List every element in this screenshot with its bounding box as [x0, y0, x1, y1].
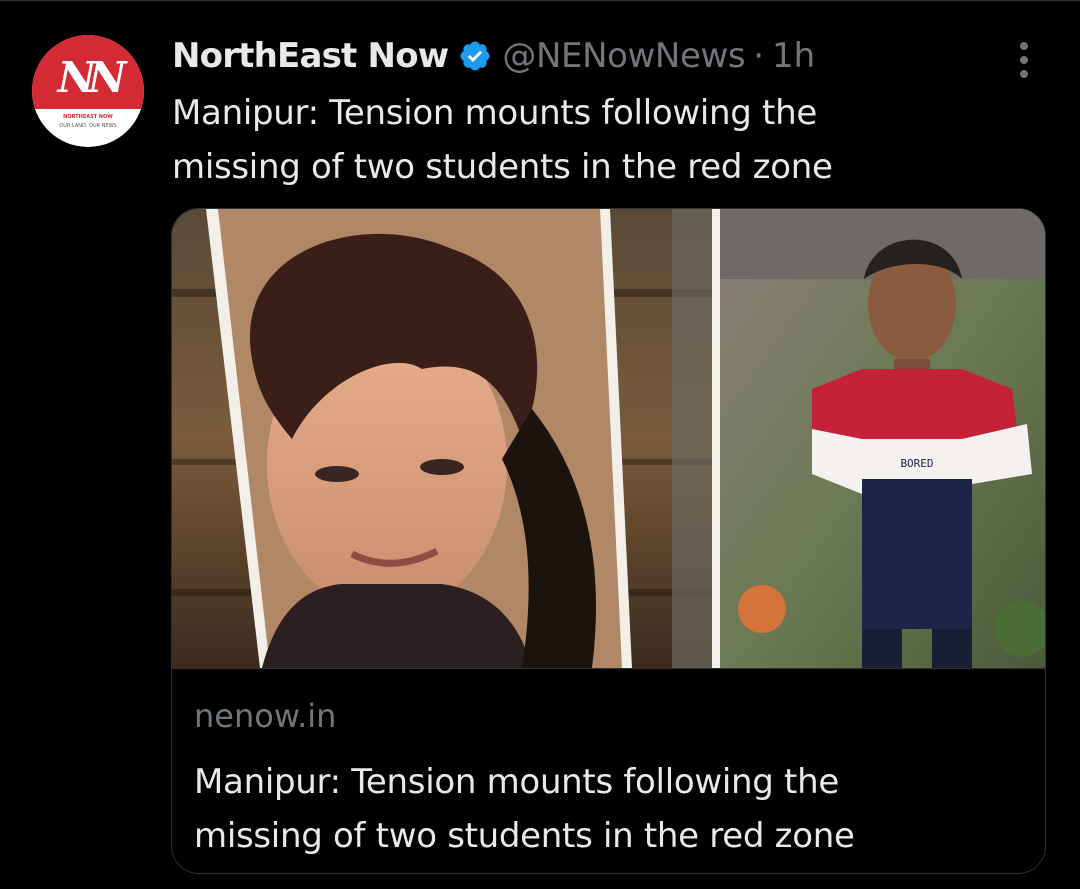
tweet-text-line: missing of two students in the red zone: [172, 147, 833, 187]
left-photo-print: [206, 209, 632, 668]
link-card-title[interactable]: Manipur: Tension mounts following the mi…: [194, 755, 1014, 863]
link-card-title-line: Manipur: Tension mounts following the: [194, 762, 839, 802]
avatar-logo-tagline: OUR LAND. OUR NEWS: [59, 123, 117, 129]
tweet-header: NorthEast Now @NENowNews · 1h: [172, 34, 815, 78]
verified-badge-icon[interactable]: [458, 39, 492, 73]
avatar[interactable]: NN NORTHEAST NOW OUR LAND. OUR NEWS: [32, 35, 144, 147]
shirt-text: BORED: [900, 457, 933, 470]
right-photo-print: BORED: [712, 209, 1045, 668]
author-display-name[interactable]: NorthEast Now: [172, 36, 449, 76]
top-divider: [0, 0, 1080, 1]
link-card-image[interactable]: BORED: [172, 209, 1045, 668]
avatar-logo-monogram: NN: [57, 53, 127, 102]
card-photo: BORED: [172, 209, 1045, 668]
tweet-text-line: Manipur: Tension mounts following the: [172, 93, 817, 133]
author-handle[interactable]: @NENowNews: [502, 36, 745, 76]
link-card-domain[interactable]: nenow.in: [194, 697, 336, 735]
link-card-meta[interactable]: nenow.in Manipur: Tension mounts followi…: [172, 668, 1045, 873]
link-card-title-line: missing of two students in the red zone: [194, 816, 855, 856]
tweet-text: Manipur: Tension mounts following the mi…: [172, 86, 992, 194]
link-card[interactable]: BORED nenow.in Manipur: Tension mounts f…: [171, 208, 1046, 874]
more-options-icon[interactable]: [1010, 40, 1038, 80]
tweet-timestamp[interactable]: 1h: [772, 36, 815, 76]
avatar-logo-name: NORTHEAST NOW: [63, 114, 113, 120]
header-separator: ·: [753, 36, 765, 76]
